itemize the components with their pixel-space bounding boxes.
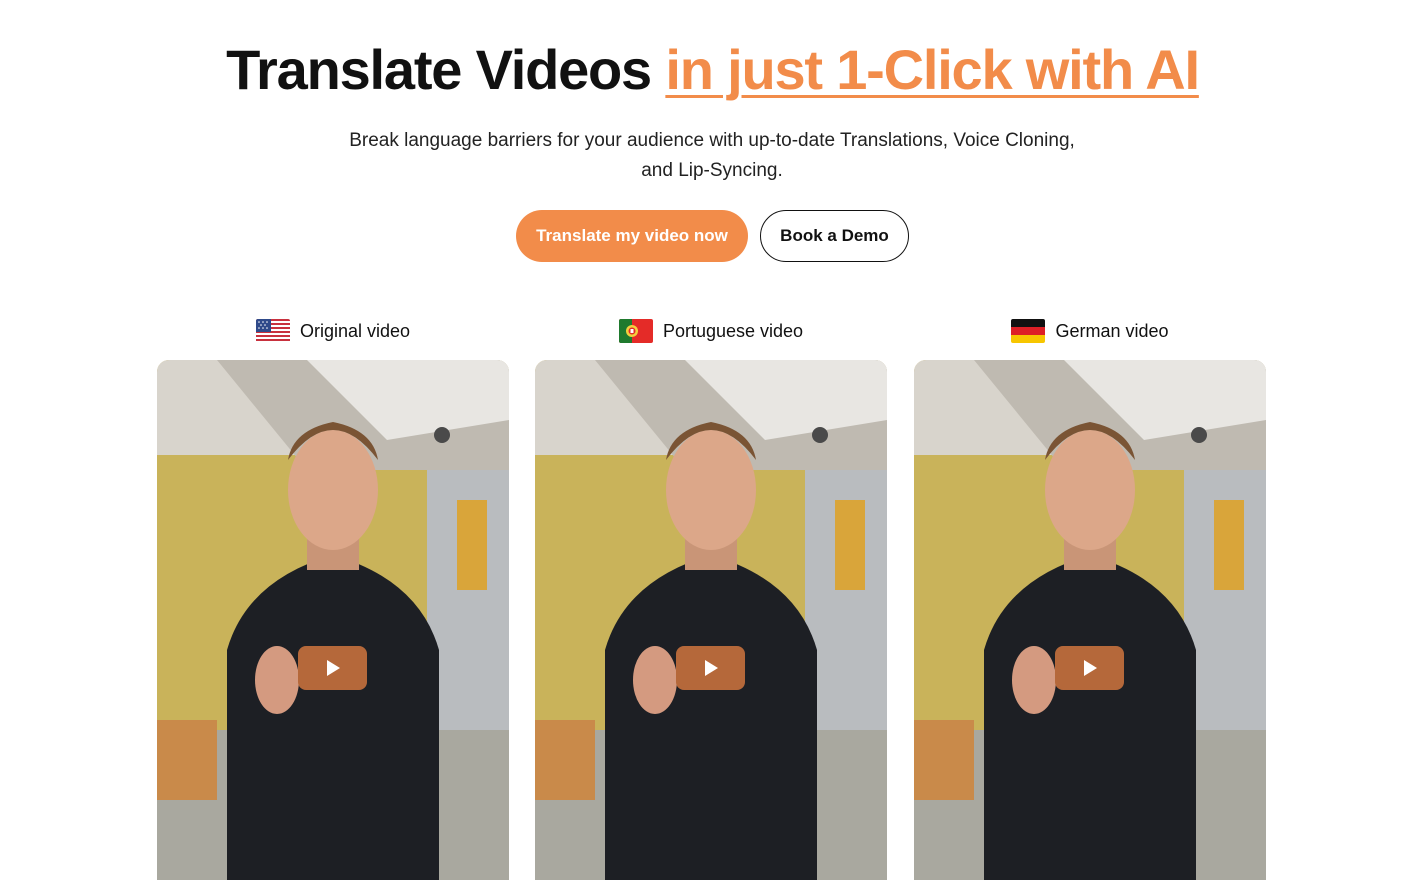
germany-flag-icon (1011, 319, 1046, 343)
video-label: German video (914, 316, 1266, 346)
video-player[interactable] (914, 360, 1266, 880)
video-label: Original video (157, 316, 509, 346)
portugal-flag-icon (618, 319, 653, 343)
hero-subtitle-line2: and Lip-Syncing. (641, 160, 783, 181)
video-label-text: Original video (299, 320, 411, 341)
video-player[interactable] (157, 360, 509, 880)
video-thumbnail (914, 360, 1266, 880)
cta-row: Translate my video now Book a Demo (0, 210, 1425, 262)
play-button[interactable] (1055, 646, 1124, 690)
hero-title-main: Translate Videos (226, 38, 666, 101)
video-card-german: German video (914, 316, 1266, 880)
video-player[interactable] (535, 360, 887, 880)
video-thumbnail (535, 360, 887, 880)
hero-title-accent[interactable]: in just 1-Click with AI (665, 38, 1200, 101)
video-label: Portuguese video (535, 316, 887, 346)
book-demo-button[interactable]: Book a Demo (760, 210, 909, 262)
play-button[interactable] (298, 646, 367, 690)
hero-title: Translate Videos in just 1-Click with AI (0, 36, 1425, 104)
play-icon (1083, 660, 1097, 676)
play-button[interactable] (676, 646, 745, 690)
video-label-text: German video (1055, 320, 1169, 341)
video-label-text: Portuguese video (662, 320, 804, 341)
hero-subtitle: Break language barriers for your audienc… (312, 126, 1112, 186)
video-thumbnail (157, 360, 509, 880)
video-card-portuguese: Portuguese video (535, 316, 887, 880)
play-icon (326, 660, 340, 676)
us-flag-icon (255, 319, 290, 343)
hero-subtitle-line1: Break language barriers for your audienc… (349, 130, 1075, 151)
translate-video-button[interactable]: Translate my video now (516, 210, 748, 262)
play-icon (704, 660, 718, 676)
video-card-original: Original video (157, 316, 509, 880)
